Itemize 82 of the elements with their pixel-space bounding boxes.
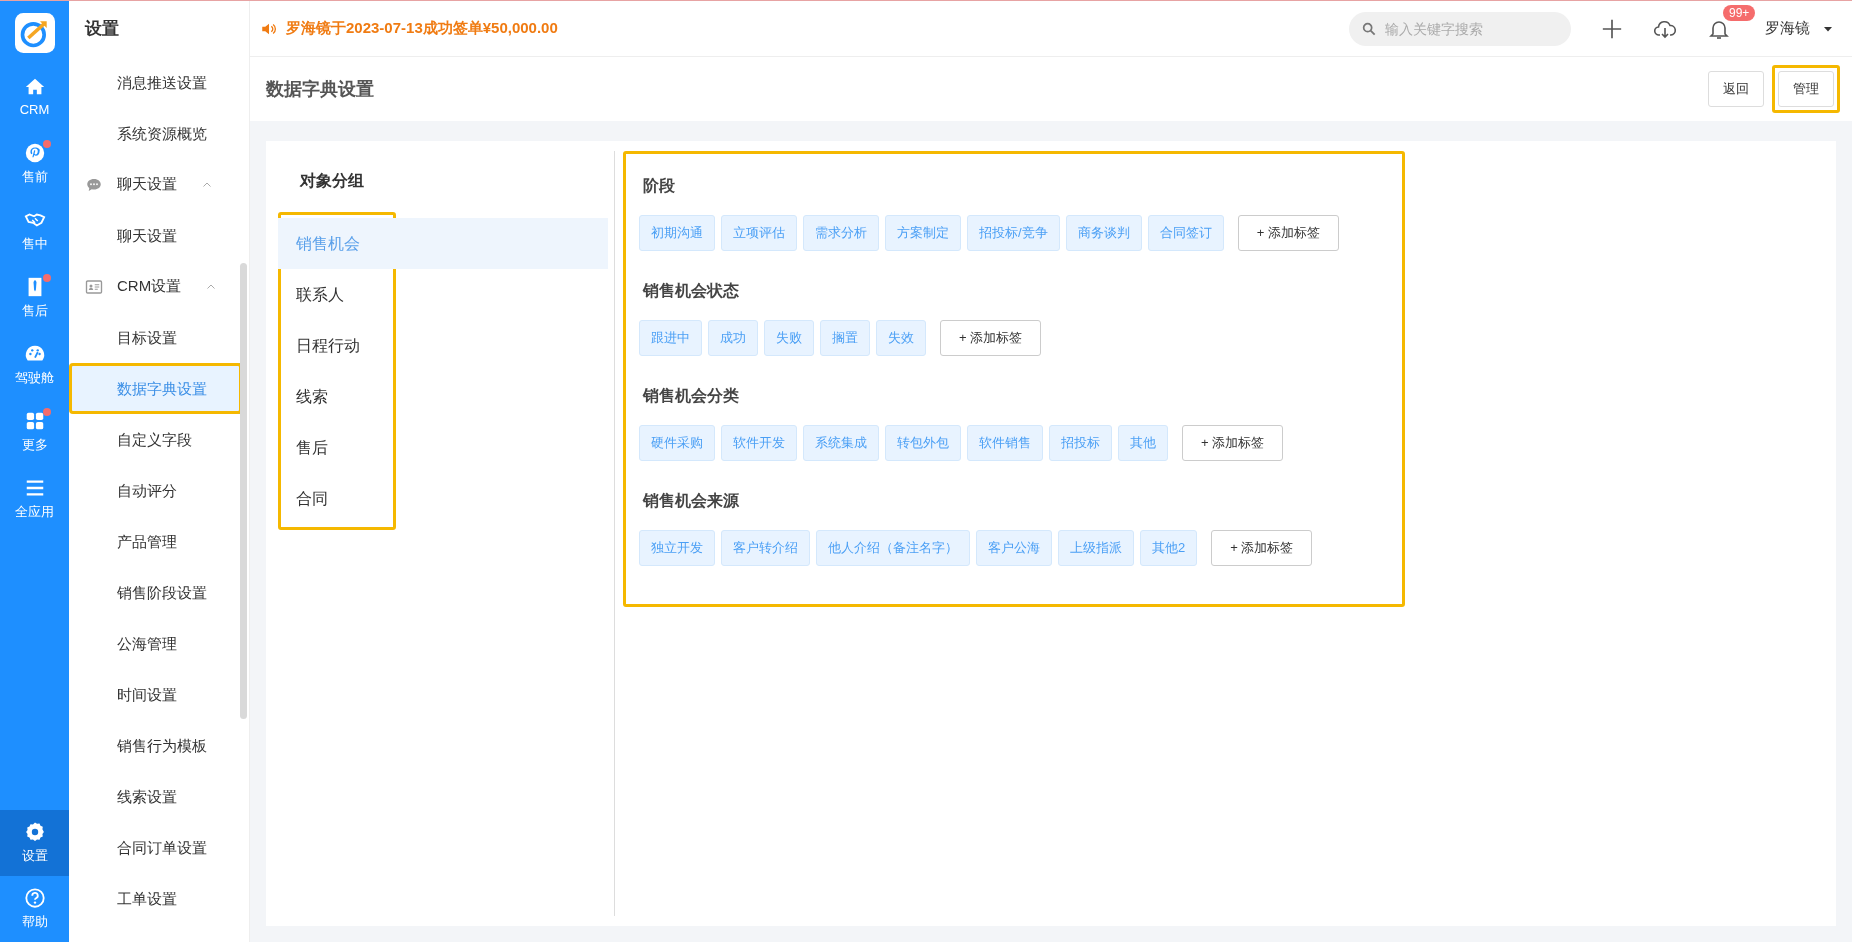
section-title: 销售机会分类: [641, 386, 740, 406]
sidebar-item[interactable]: 线索设置: [69, 771, 239, 822]
tag-chip[interactable]: 失败: [764, 320, 814, 356]
tag-chip[interactable]: 系统集成: [803, 425, 879, 461]
tag-chip[interactable]: 其他: [1118, 425, 1168, 461]
tag-chip[interactable]: 客户公海: [976, 530, 1052, 566]
rail-nav-item[interactable]: 驾驶舱: [0, 331, 69, 398]
settings-icon: [23, 821, 46, 843]
add-tag-button[interactable]: + 添加标签: [1237, 215, 1339, 251]
user-menu[interactable]: 罗海镜: [1765, 19, 1834, 38]
rail-nav-item[interactable]: 帮助: [0, 876, 69, 942]
tag-chip[interactable]: 方案制定: [885, 215, 961, 251]
tag-chip[interactable]: 独立开发: [639, 530, 715, 566]
rail-nav-item[interactable]: 全应用: [0, 465, 69, 532]
manage-button[interactable]: 管理: [1778, 71, 1834, 107]
sidebar-item[interactable]: 时间设置: [69, 669, 239, 720]
search-icon: [1361, 20, 1377, 37]
sidebar-item[interactable]: 数据字典设置: [69, 363, 242, 414]
page-title: 数据字典设置: [266, 78, 374, 101]
group-heading: 对象分组: [298, 171, 365, 191]
group-list-item[interactable]: 销售机会: [278, 218, 608, 269]
tag-chip[interactable]: 硬件采购: [639, 425, 715, 461]
logo-icon: [14, 13, 55, 53]
rail-nav-item[interactable]: 售后: [0, 264, 69, 331]
sidebar-item[interactable]: 工单设置: [69, 873, 239, 924]
scrollbar-thumb[interactable]: [240, 263, 247, 719]
add-tag-button[interactable]: + 添加标签: [1211, 530, 1313, 566]
sidebar-item[interactable]: 销售行为模板: [69, 720, 239, 771]
tag-chip[interactable]: 合同签订: [1147, 215, 1224, 251]
add-tag-button[interactable]: + 添加标签: [940, 320, 1042, 356]
tag-chip[interactable]: 需求分析: [803, 215, 879, 251]
sidebar-item[interactable]: 自定义字段: [69, 414, 239, 465]
section-title: 阶段: [642, 176, 676, 196]
group-list-item[interactable]: 线索: [278, 371, 608, 422]
sidebar-item[interactable]: 公海管理: [69, 618, 239, 669]
group-list-item[interactable]: 日程行动: [278, 320, 608, 371]
tag-chip[interactable]: 跟进中: [639, 320, 702, 356]
rail-nav-item[interactable]: CRM: [0, 63, 69, 130]
tag-chip[interactable]: 客户转介绍: [721, 530, 810, 566]
plus-icon[interactable]: [1601, 17, 1623, 40]
sidebar-item[interactable]: 消息推送设置: [69, 57, 239, 108]
group-list-item[interactable]: 售后: [278, 422, 608, 473]
tag-chip[interactable]: 其他2: [1140, 530, 1198, 566]
tag-chip[interactable]: 成功: [708, 320, 758, 356]
sidebar-item[interactable]: 产品管理: [69, 516, 239, 567]
rail-nav-item[interactable]: 售前: [0, 130, 69, 197]
group-list-item[interactable]: 联系人: [278, 269, 608, 320]
tag-chip[interactable]: 软件销售: [967, 425, 1043, 461]
tag-chip[interactable]: 上级指派: [1058, 530, 1134, 566]
tag-chip[interactable]: 软件开发: [721, 425, 797, 461]
notification-count: 99+: [1723, 4, 1756, 21]
sidebar-item[interactable]: 聊天设置: [69, 210, 239, 261]
section-title: 销售机会来源: [641, 491, 740, 511]
rail-nav-item[interactable]: 更多: [0, 398, 69, 465]
rail-nav-item[interactable]: 售中: [0, 197, 69, 264]
id-card-icon: [85, 277, 103, 296]
sidebar-group-header[interactable]: CRM设置: [69, 261, 239, 312]
tag-chip[interactable]: 他人介绍（备注名字）: [816, 530, 970, 566]
help-icon: [23, 887, 46, 909]
rail-nav-item[interactable]: 设置: [0, 810, 69, 876]
sidebar-item[interactable]: 系统资源概览: [69, 108, 239, 159]
section-title: 销售机会状态: [641, 281, 740, 301]
sidebar-item[interactable]: 目标设置: [69, 312, 239, 363]
tag-chip[interactable]: 转包外包: [885, 425, 961, 461]
pin-icon: [23, 141, 46, 164]
sidebar-group-header[interactable]: 聊天设置: [69, 159, 239, 210]
search-field[interactable]: 输入关键字搜索: [1349, 11, 1571, 46]
tag-chip[interactable]: 搁置: [820, 320, 870, 356]
tag-chip[interactable]: 立项评估: [721, 215, 797, 251]
sidebar-item[interactable]: 销售阶段设置: [69, 567, 239, 618]
sidebar-title: 设置: [83, 18, 120, 40]
tag-chip[interactable]: 商务谈判: [1065, 215, 1142, 251]
add-tag-button[interactable]: + 添加标签: [1182, 425, 1284, 461]
announcement-text: 罗海镜于2023-07-13成功签单¥50,000.00: [286, 19, 558, 38]
back-button[interactable]: 返回: [1708, 71, 1764, 107]
group-list-item[interactable]: 合同: [278, 473, 608, 524]
tag-chip[interactable]: 初期沟通: [639, 215, 715, 251]
tag-chip[interactable]: 失效: [876, 320, 926, 356]
tag-chip[interactable]: 招投标/竞争: [967, 215, 1060, 251]
sidebar-item[interactable]: 合同订单设置: [69, 822, 239, 873]
sidebar-item[interactable]: 自动评分: [69, 465, 239, 516]
tag-chip[interactable]: 招投标: [1049, 425, 1112, 461]
